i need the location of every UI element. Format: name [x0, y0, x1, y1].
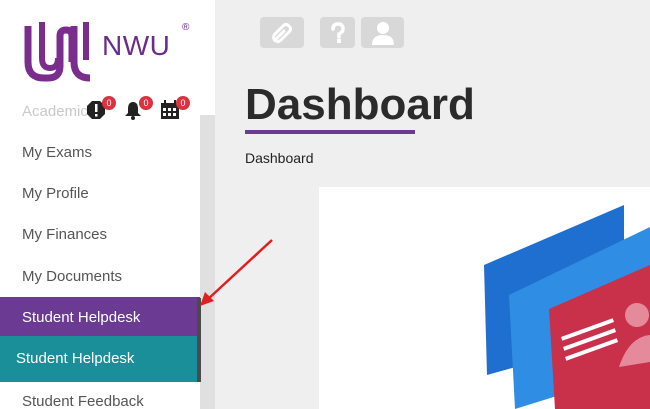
sidebar-item-my-exams[interactable]: My Exams [0, 132, 200, 173]
sidebar: NWU ® Academic 0 0 0 My Exams My Profile… [0, 0, 215, 409]
notifications-count-badge: 0 [139, 96, 153, 110]
help-button[interactable] [320, 17, 355, 48]
sidebar-item-academic-partial[interactable]: Academic [22, 103, 88, 120]
calendar-button[interactable]: 0 [160, 96, 190, 122]
sidebar-subitem-student-helpdesk[interactable]: Student Helpdesk [0, 336, 200, 382]
help-icon [330, 21, 345, 43]
nwu-emblem-icon [24, 22, 91, 82]
registered-mark: ® [182, 22, 190, 33]
breadcrumb[interactable]: Dashboard [245, 150, 314, 166]
user-button[interactable] [361, 17, 404, 48]
sidebar-item-my-documents[interactable]: My Documents [0, 256, 200, 297]
alerts-button[interactable]: 0 [86, 96, 116, 122]
dashboard-card [319, 187, 650, 409]
user-icon [371, 21, 394, 45]
page-title: Dashboard [245, 80, 475, 129]
link-icon [272, 22, 292, 43]
logo-text: NWU [102, 30, 171, 61]
dashboard-illustration [484, 205, 650, 409]
sidebar-item-student-feedback[interactable]: Student Feedback [0, 381, 200, 409]
links-button[interactable] [260, 17, 304, 48]
sidebar-item-student-helpdesk[interactable]: Student Helpdesk [0, 297, 200, 338]
notifications-button[interactable]: 0 [123, 96, 153, 122]
calendar-count-badge: 0 [176, 96, 190, 110]
sidebar-scrollbar-thumb[interactable] [197, 298, 201, 382]
nwu-logo[interactable]: NWU ® [24, 20, 199, 82]
sidebar-item-my-finances[interactable]: My Finances [0, 214, 200, 255]
alerts-count-badge: 0 [102, 96, 116, 110]
title-underline [245, 130, 415, 134]
sidebar-item-my-profile[interactable]: My Profile [0, 173, 200, 214]
annotation-arrow-icon [200, 239, 273, 306]
